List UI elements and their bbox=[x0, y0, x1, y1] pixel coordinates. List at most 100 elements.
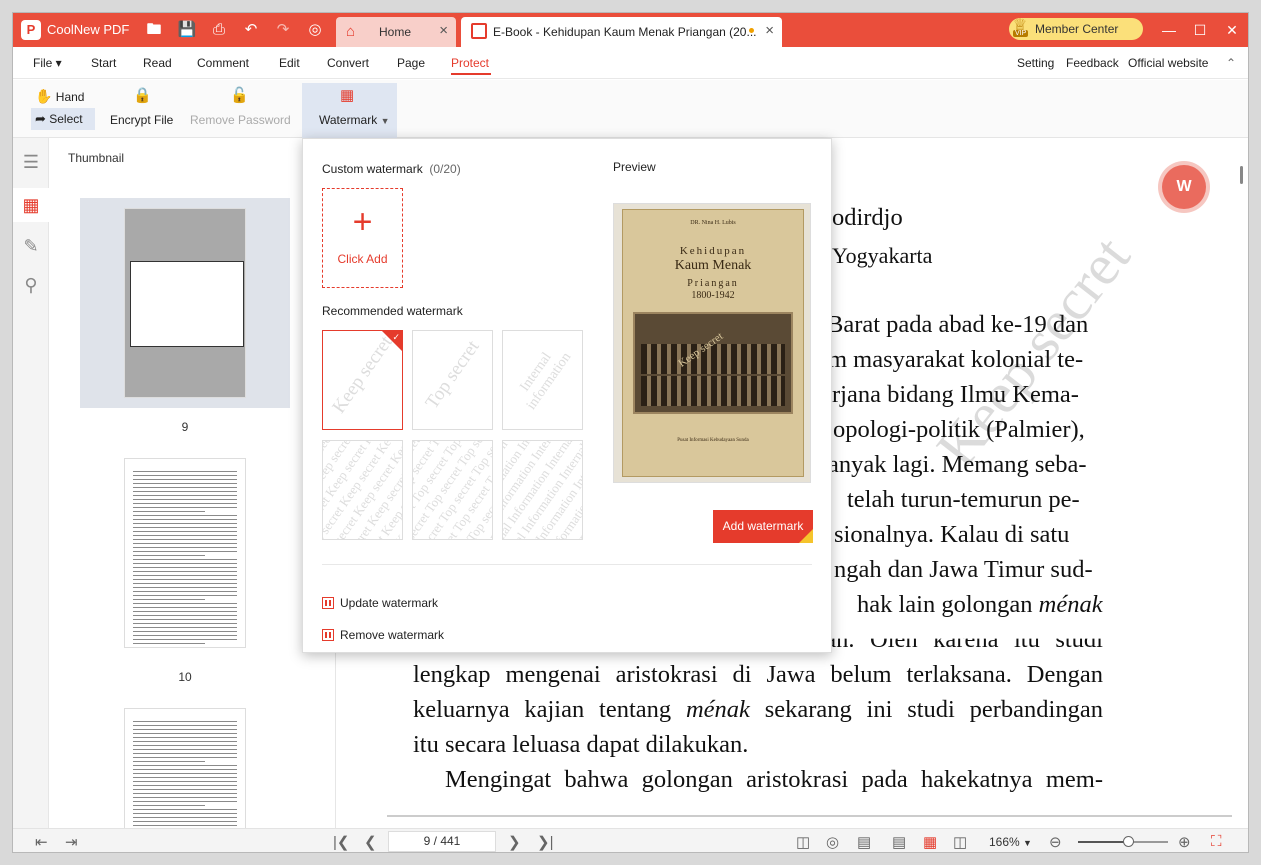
fullscreen-icon[interactable]: ⛶ bbox=[1211, 833, 1222, 850]
tab-home[interactable]: ⌂ Home × bbox=[336, 17, 456, 47]
mini-text-line bbox=[133, 769, 237, 770]
two-page-icon[interactable]: ◫ bbox=[953, 833, 967, 851]
book-years: 1800-1942 bbox=[691, 290, 735, 301]
menu-protect[interactable]: Protect bbox=[451, 56, 489, 70]
search-icon[interactable]: ⚲ bbox=[19, 273, 43, 297]
tab-document-label: E-Book - Kehidupan Kaum Menak Priangan (… bbox=[493, 25, 757, 39]
watermark-card-internal-information[interactable]: Internal information bbox=[502, 330, 583, 430]
thumbnail-page-10[interactable] bbox=[80, 448, 290, 658]
zoom-in-icon[interactable]: ⊕ bbox=[1178, 833, 1191, 851]
actual-size-icon[interactable]: ◫ bbox=[796, 833, 810, 851]
doc-subheading-partial: Yogyakarta bbox=[832, 243, 933, 268]
minimize-icon[interactable]: — bbox=[1154, 19, 1184, 41]
open-folder-icon[interactable]: 🖿 bbox=[144, 20, 164, 40]
thumbnail-page-11[interactable] bbox=[80, 698, 290, 828]
mini-text-line bbox=[133, 611, 237, 612]
watermark-card-keep-secret[interactable]: Keep secret ✓ bbox=[322, 330, 403, 430]
member-center-button[interactable]: ♕ VIP Member Center bbox=[1009, 17, 1143, 40]
encrypt-file-icon: 🔒 bbox=[133, 87, 152, 104]
book-publisher: Pusat Informasi Kebudayaan Sunda bbox=[677, 438, 749, 443]
first-page-icon[interactable]: |❮ bbox=[333, 833, 349, 851]
remove-watermark-option[interactable]: Remove watermark bbox=[322, 628, 444, 642]
menu-file[interactable]: File ▾ bbox=[33, 56, 62, 70]
select-tool-button[interactable]: ➦ Select bbox=[35, 111, 83, 127]
save-icon[interactable]: 💾 bbox=[177, 20, 197, 40]
watermark-card-internal-information-tiled[interactable]: Internal Information Internal Informatio… bbox=[502, 440, 583, 540]
pdf-file-icon bbox=[471, 23, 487, 39]
unsaved-indicator bbox=[749, 28, 754, 33]
mini-text-line bbox=[133, 741, 237, 742]
outline-icon[interactable]: ☰ bbox=[19, 150, 43, 174]
hand-tool-button[interactable]: ✋ Hand bbox=[35, 88, 84, 105]
watermark-card-keep-secret-tiled[interactable]: Keep secret Keep secret Keep secret Keep… bbox=[322, 440, 403, 540]
sidebar-toggle-right-icon[interactable]: ⇥ bbox=[65, 833, 78, 851]
maximize-icon[interactable]: ☐ bbox=[1185, 19, 1215, 41]
tab-document[interactable]: E-Book - Kehidupan Kaum Menak Priangan (… bbox=[461, 17, 782, 47]
mini-text-line bbox=[133, 591, 237, 592]
mini-text-line bbox=[133, 773, 237, 774]
convert-to-word-icon[interactable]: W bbox=[1162, 165, 1206, 209]
previous-page-icon[interactable]: ❮ bbox=[364, 833, 377, 851]
menu-start[interactable]: Start bbox=[91, 56, 116, 70]
horizontal-scrollbar[interactable] bbox=[387, 815, 1232, 817]
close-icon[interactable]: ✕ bbox=[1217, 19, 1247, 41]
recommended-watermark-label: Recommended watermark bbox=[322, 304, 463, 318]
annotation-list-icon[interactable]: ✎ bbox=[19, 234, 43, 258]
page-preview bbox=[124, 708, 246, 828]
fit-width-icon[interactable]: ▤ bbox=[857, 833, 871, 851]
mini-text-line bbox=[133, 737, 237, 738]
doc-line: Barat pada abad ke-19 dan bbox=[827, 311, 1089, 338]
remove-watermark-label: Remove watermark bbox=[340, 628, 445, 642]
watermark-card-text: Top secret bbox=[421, 336, 484, 413]
page-number-input[interactable]: 9 / 441 bbox=[388, 831, 496, 852]
upgrade-icon[interactable]: ◎ bbox=[305, 20, 325, 40]
redo-icon[interactable]: ↷ bbox=[273, 20, 293, 40]
mini-text-line bbox=[133, 801, 237, 802]
app-window: P CoolNew PDF 🖿 💾 ⎙ ↶ ↷ ◎ ⌂ Home × E-Boo… bbox=[12, 12, 1249, 853]
zoom-level-select[interactable]: 166% ▼ bbox=[989, 835, 1032, 849]
cursor-arrow-icon: ➦ bbox=[35, 111, 46, 126]
click-add-watermark-button[interactable]: + Click Add bbox=[322, 188, 403, 288]
thumbnail-page-9[interactable] bbox=[80, 198, 290, 408]
mini-text-line bbox=[133, 503, 237, 504]
vertical-scrollbar[interactable] bbox=[1240, 166, 1243, 184]
update-watermark-option[interactable]: Update watermark bbox=[322, 596, 438, 610]
single-page-icon[interactable]: ▦ bbox=[923, 833, 937, 851]
thumbnail-icon[interactable]: ▦ bbox=[19, 193, 43, 217]
mini-text-line bbox=[133, 495, 237, 496]
menu-comment[interactable]: Comment bbox=[197, 56, 249, 70]
next-page-icon[interactable]: ❯ bbox=[508, 833, 521, 851]
mini-text-line bbox=[133, 635, 237, 636]
collapse-ribbon-icon[interactable]: ⌃ bbox=[1226, 56, 1236, 70]
encrypt-file-button[interactable]: Encrypt File bbox=[110, 113, 173, 127]
watermark-button[interactable]: Watermark ▼ bbox=[319, 113, 390, 127]
mini-text-line bbox=[133, 491, 237, 492]
watermark-card-top-secret[interactable]: Top secret bbox=[412, 330, 493, 430]
sidebar-toggle-left-icon[interactable]: ⇤ bbox=[35, 833, 48, 851]
watermark-card-top-secret-tiled[interactable]: Top secret Top secret Top secret Top sec… bbox=[412, 440, 493, 540]
tab-home-close-icon[interactable]: × bbox=[439, 22, 448, 39]
zoom-out-icon[interactable]: ⊖ bbox=[1049, 833, 1062, 851]
undo-icon[interactable]: ↶ bbox=[241, 20, 261, 40]
zoom-slider-handle[interactable] bbox=[1122, 836, 1134, 847]
menu-edit[interactable]: Edit bbox=[279, 56, 300, 70]
print-icon[interactable]: ⎙ bbox=[209, 20, 229, 40]
menu-page[interactable]: Page bbox=[397, 56, 425, 70]
thumbnail-page-number: 9 bbox=[181, 420, 189, 434]
menu-setting[interactable]: Setting bbox=[1017, 56, 1054, 70]
add-watermark-button[interactable]: Add watermark bbox=[713, 510, 813, 543]
fit-page-icon[interactable]: ◎ bbox=[826, 833, 839, 851]
menu-official-website[interactable]: Official website bbox=[1128, 56, 1208, 70]
crown-icon: ♕ bbox=[1012, 17, 1028, 34]
continuous-scroll-icon[interactable]: ▤ bbox=[892, 833, 906, 851]
mini-text-line bbox=[133, 523, 237, 524]
watermark-preview: DR. Nina H. Lubis Kehidupan Kaum Menak P… bbox=[613, 203, 811, 483]
menu-read[interactable]: Read bbox=[143, 56, 172, 70]
menu-feedback[interactable]: Feedback bbox=[1066, 56, 1119, 70]
last-page-icon[interactable]: ❯| bbox=[537, 833, 553, 851]
status-bar: ⇤ ⇥ |❮ ❮ 9 / 441 ❯ ❯| ◫ ◎ ▤ ▤ ▦ ◫ 166% ▼… bbox=[13, 828, 1248, 852]
mini-text-line bbox=[133, 527, 237, 528]
tab-document-close-icon[interactable]: × bbox=[765, 22, 774, 39]
menu-convert[interactable]: Convert bbox=[327, 56, 369, 70]
remove-password-button[interactable]: Remove Password bbox=[190, 113, 291, 127]
